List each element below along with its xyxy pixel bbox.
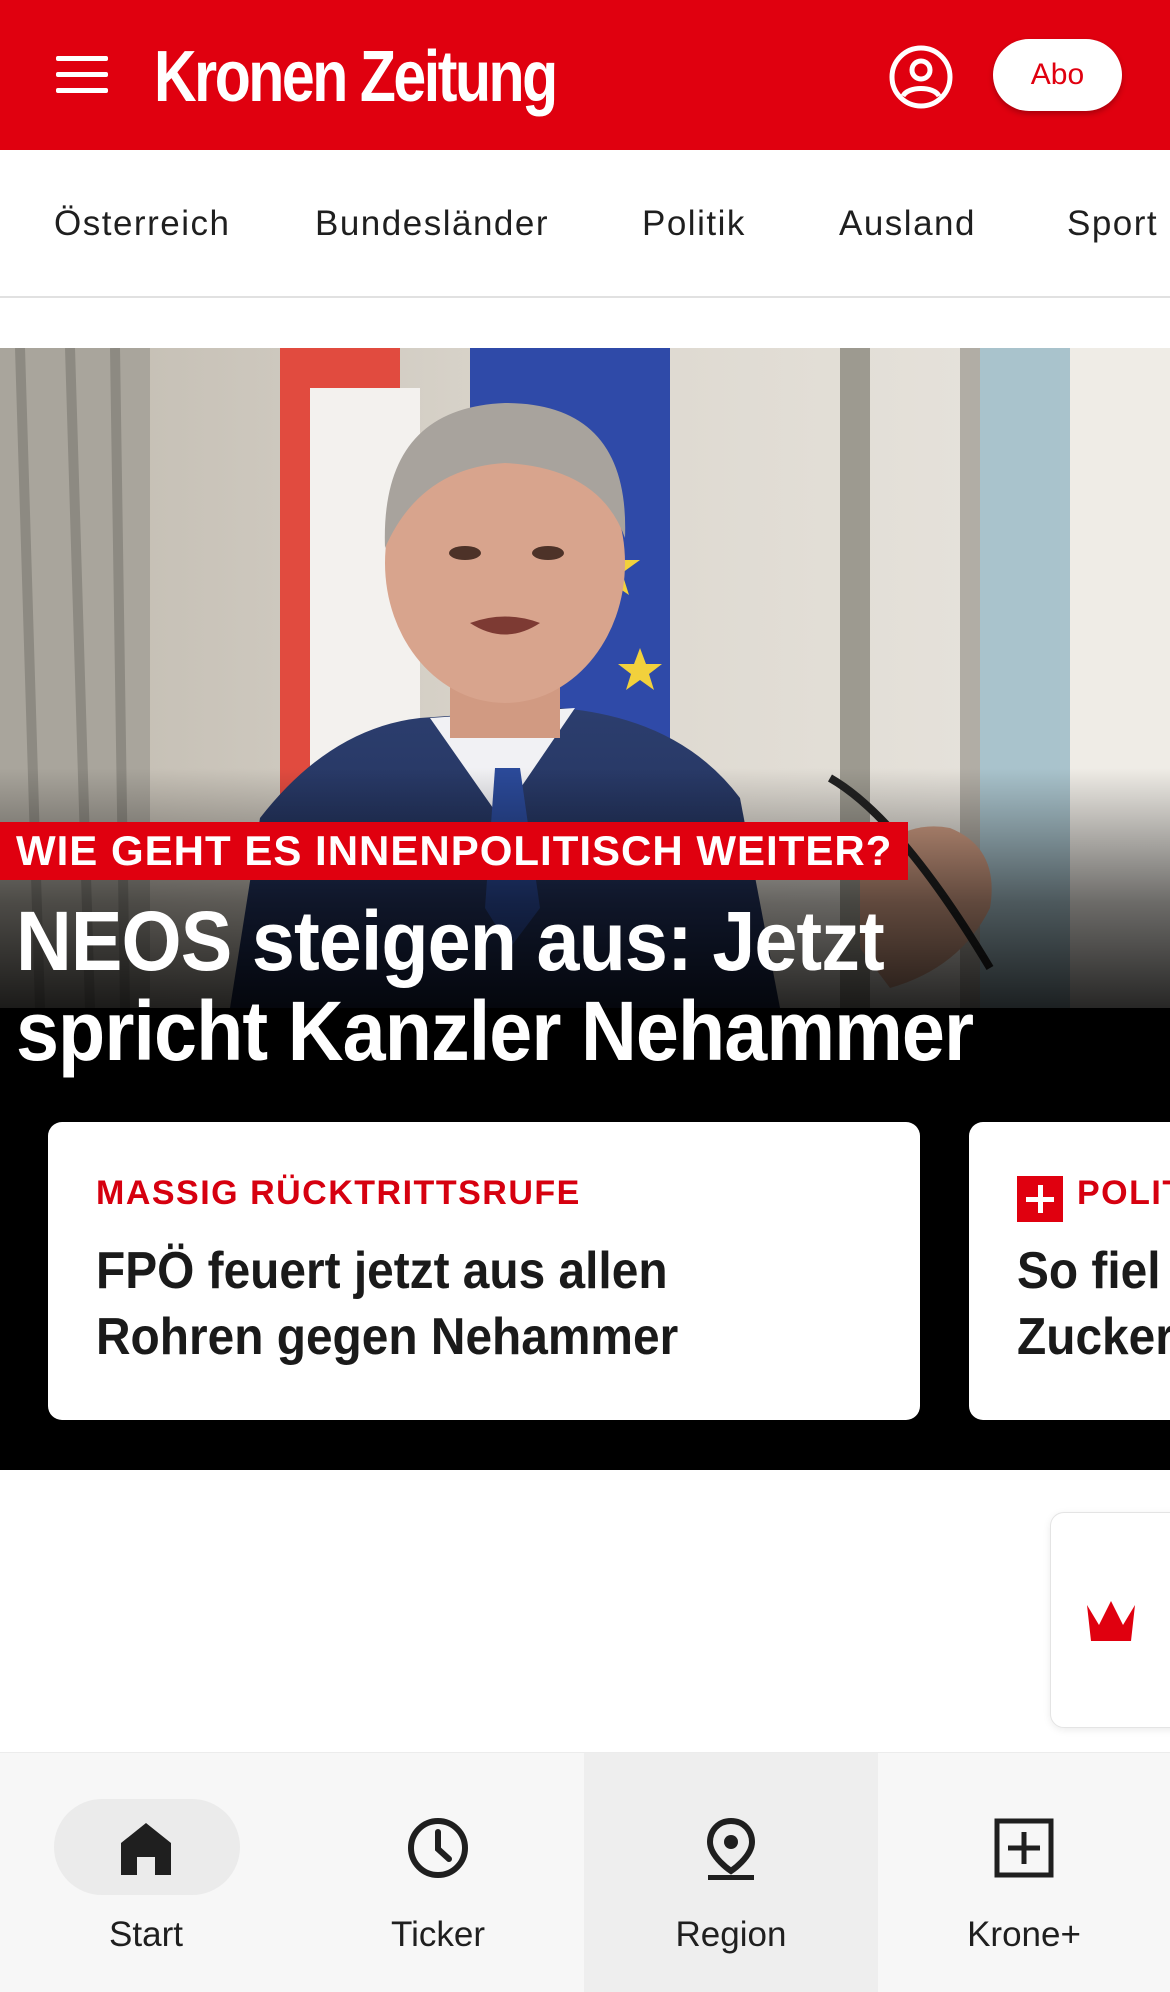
nav-krone-plus-label: Krone+	[967, 1915, 1081, 1954]
category-bundeslaender[interactable]: Bundesländer	[315, 204, 549, 244]
nav-krone-plus[interactable]: Krone+	[878, 1753, 1170, 1992]
category-sport[interactable]: Sport	[1067, 204, 1158, 244]
bottom-nav: Start Ticker Region Krone+	[0, 1752, 1170, 1992]
category-politik[interactable]: Politik	[642, 204, 746, 244]
home-icon	[121, 1823, 171, 1875]
krone-plus-badge-icon	[1017, 1176, 1063, 1222]
user-account-icon[interactable]	[888, 44, 954, 110]
category-nav: Österreich Bundesländer Politik Ausland …	[0, 150, 1170, 298]
nav-ticker-label: Ticker	[391, 1915, 485, 1954]
article-card[interactable]: MASSIG RÜCKTRITTSRUFE FPÖ feuert jetzt a…	[48, 1122, 920, 1420]
abo-button[interactable]: Abo	[993, 39, 1122, 111]
krone-floating-button[interactable]	[1050, 1512, 1170, 1728]
plus-box-icon	[994, 1818, 1054, 1878]
location-pin-icon	[706, 1817, 756, 1880]
nav-start[interactable]: Start	[0, 1753, 292, 1992]
hero-kicker[interactable]: WIE GEHT ES INNENPOLITISCH WEITER?	[0, 822, 909, 880]
crown-icon	[1087, 1601, 1135, 1641]
hero-headline[interactable]: NEOS steigen aus: Jetzt spricht Kanzler …	[16, 896, 1046, 1076]
card-kicker: POLIT	[1077, 1174, 1170, 1212]
top-bar: Kronen Zeitung Abo	[0, 0, 1170, 150]
nav-region[interactable]: Region	[584, 1753, 878, 1992]
category-oesterreich[interactable]: Österreich	[54, 204, 230, 244]
hero-section: WIE GEHT ES INNENPOLITISCH WEITER? NEOS …	[0, 348, 1170, 1470]
card-kicker: MASSIG RÜCKTRITTSRUFE	[96, 1174, 581, 1212]
card-title: So fiel Zucker	[1017, 1242, 1170, 1366]
article-card[interactable]: POLIT So fiel Zucker	[969, 1122, 1170, 1420]
clock-icon	[408, 1818, 468, 1878]
card-title: FPÖ feuert jetzt aus allen Rohren gegen …	[96, 1242, 679, 1366]
nav-ticker[interactable]: Ticker	[292, 1753, 584, 1992]
nav-start-label: Start	[109, 1915, 183, 1954]
hamburger-menu-icon[interactable]	[50, 50, 118, 100]
nav-region-label: Region	[675, 1915, 787, 1954]
site-logo[interactable]: Kronen Zeitung	[154, 34, 558, 120]
category-ausland[interactable]: Ausland	[839, 204, 976, 244]
